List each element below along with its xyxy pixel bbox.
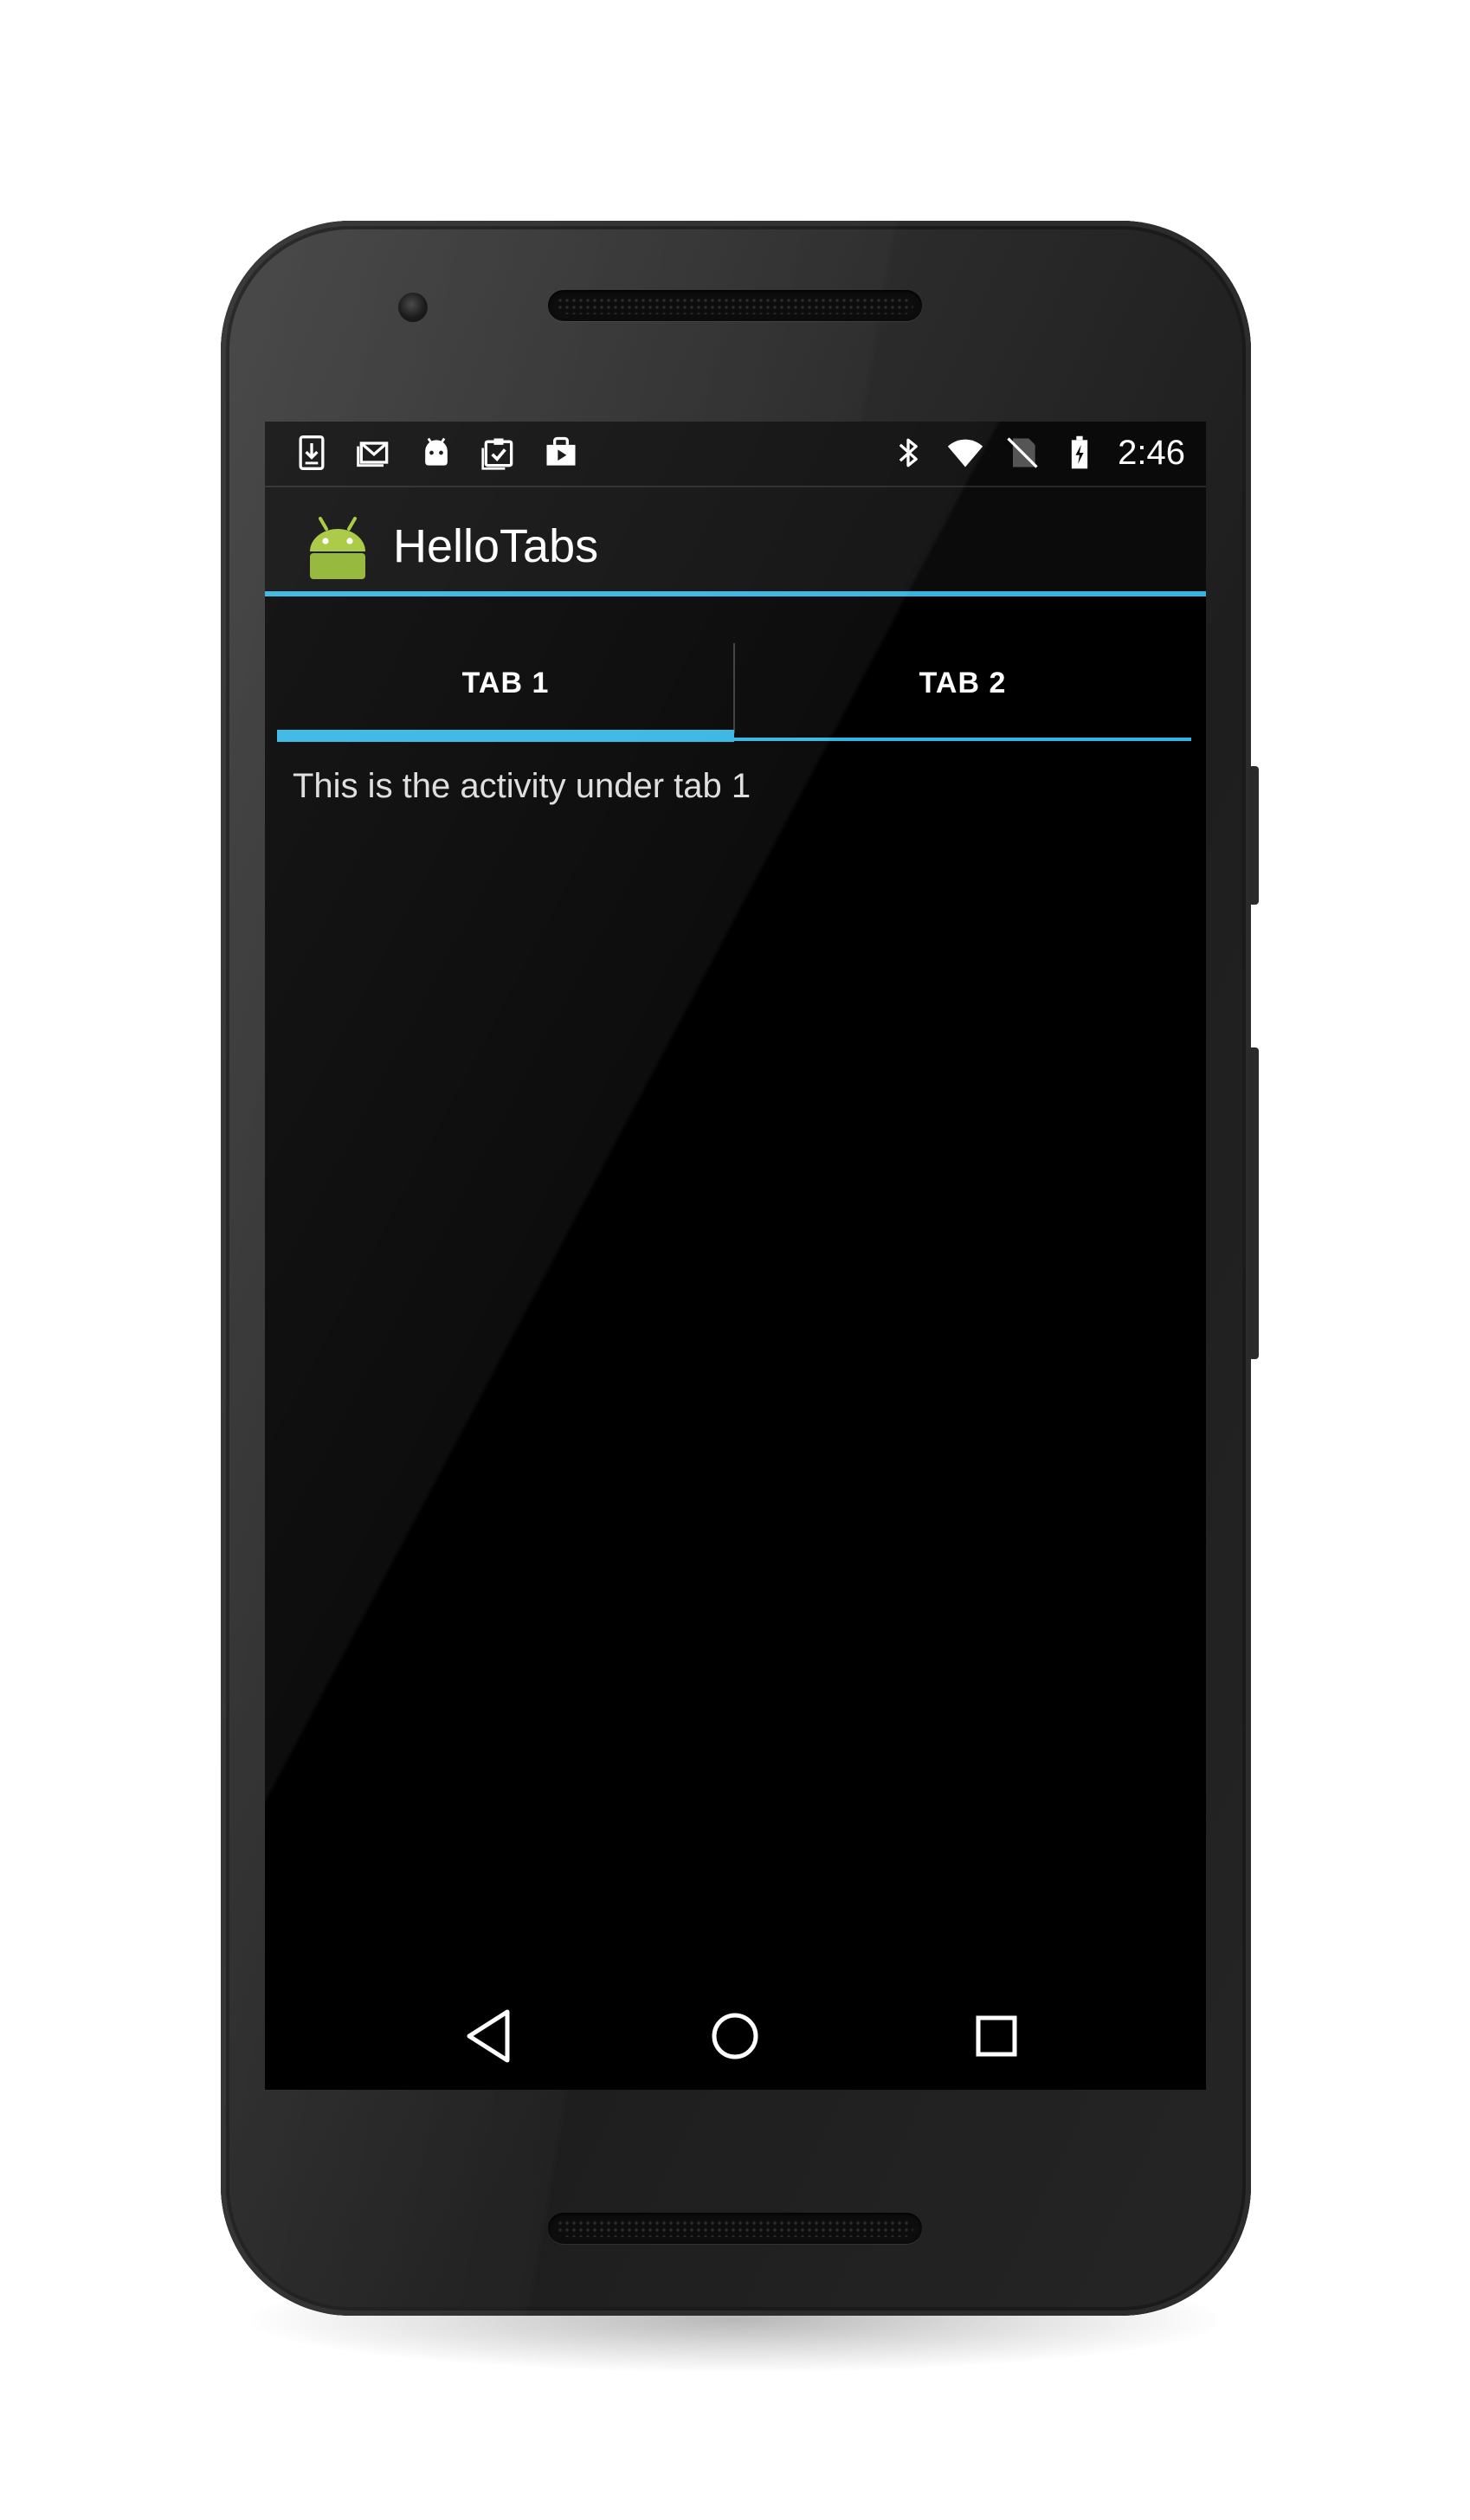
play-store-icon [546,436,576,466]
gmail-icon [357,441,389,467]
tab-content-text: This is the activity under tab 1 [293,767,751,805]
selected-tab-indicator [277,730,734,742]
navigation-bar [265,1997,1206,2090]
android-debug-icon [425,437,448,466]
recents-button[interactable] [957,1997,1035,2075]
app-title: HelloTabs [393,520,599,572]
back-button[interactable] [450,1997,528,2075]
bluetooth-icon [899,438,918,467]
download-icon [299,435,325,470]
tab-2[interactable]: TAB 2 [734,626,1191,740]
wifi-icon [947,439,983,467]
volume-button [1248,1047,1259,1359]
clipboard-check-icon [481,438,513,470]
bottom-speaker-grille [548,2213,922,2244]
home-icon [712,2013,758,2059]
phone-screen: 2:46 HelloTabs TAB 1 TAB 2 This is the a… [265,422,1206,2090]
android-icon [310,517,365,579]
power-button [1248,766,1259,905]
tab-1-label: TAB 1 [461,666,550,699]
top-speaker-grille [548,290,922,321]
action-bar: HelloTabs [265,487,1206,596]
notification-icons [293,434,580,472]
back-icon [467,2009,510,2063]
battery-charging-icon [1071,435,1088,469]
tab-1[interactable]: TAB 1 [277,626,734,740]
home-button[interactable] [696,1997,774,2075]
tab-2-label: TAB 2 [919,666,1007,699]
recents-icon [976,2015,1017,2057]
status-bar: 2:46 [265,422,1206,487]
no-signal-icon [1007,437,1038,468]
tab-bar: TAB 1 TAB 2 [277,626,1191,742]
status-clock: 2:46 [1118,434,1185,472]
system-icons: 2:46 [889,430,1185,475]
front-camera [398,293,428,322]
